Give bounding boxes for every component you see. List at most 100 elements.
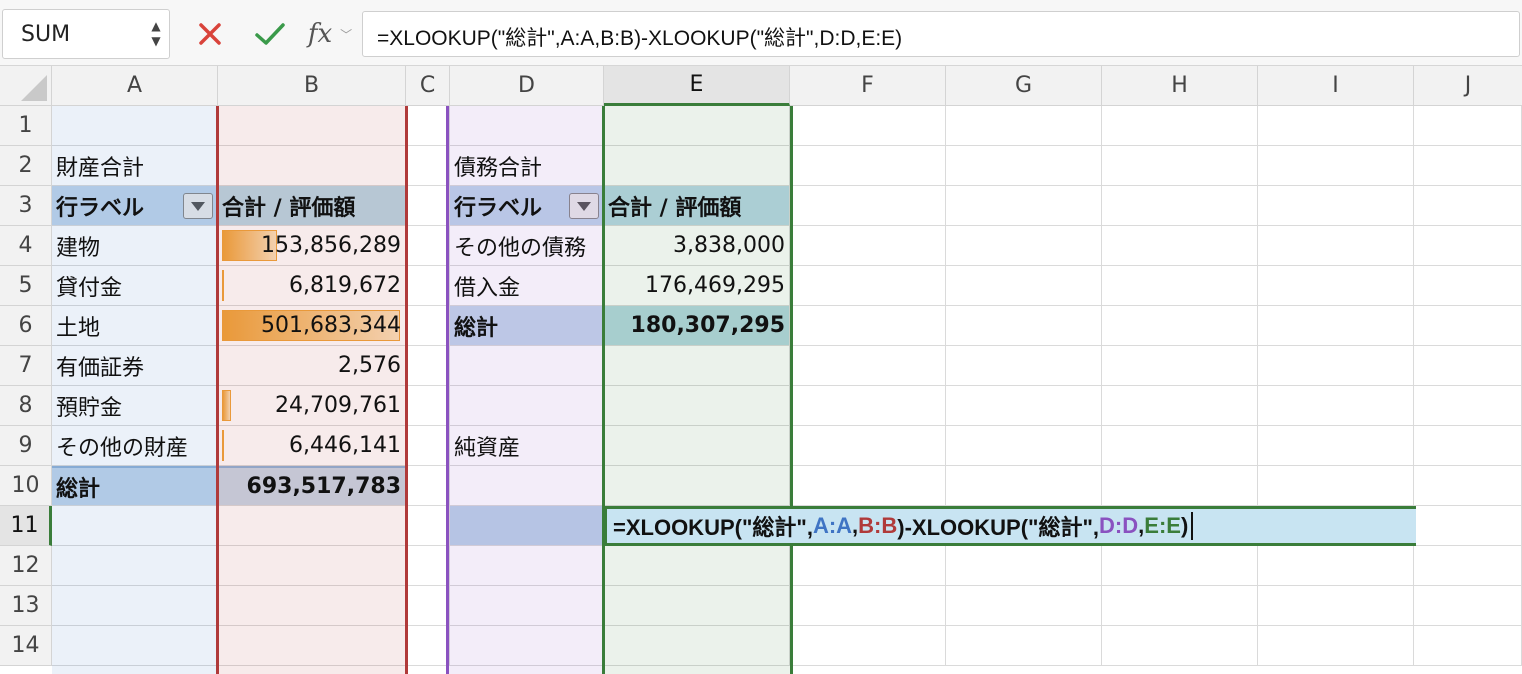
liabilities-title[interactable]: 債務合計 bbox=[450, 146, 604, 186]
assets-item-value[interactable]: 2,576 bbox=[218, 346, 406, 386]
cell-C13[interactable] bbox=[406, 586, 450, 626]
cell-G12[interactable] bbox=[946, 546, 1102, 586]
cell-E13[interactable] bbox=[604, 586, 790, 626]
cell-J5[interactable] bbox=[1414, 266, 1522, 306]
cell-J8[interactable] bbox=[1414, 386, 1522, 426]
cell-F13[interactable] bbox=[790, 586, 946, 626]
cell-H5[interactable] bbox=[1102, 266, 1258, 306]
assets-item-value[interactable]: 6,819,672 bbox=[218, 266, 406, 306]
cell-D13[interactable] bbox=[450, 586, 604, 626]
cell-J13[interactable] bbox=[1414, 586, 1522, 626]
assets-header-value-label[interactable]: 合計 / 評価額 bbox=[218, 186, 406, 226]
chevron-down-icon[interactable]: ▼ bbox=[151, 34, 160, 49]
cell-D12[interactable] bbox=[450, 546, 604, 586]
assets-item-value[interactable]: 153,856,289 bbox=[218, 226, 406, 266]
cell-D8[interactable] bbox=[450, 386, 604, 426]
assets-item-label[interactable]: その他の財産 bbox=[52, 426, 218, 466]
liabilities-header-row-label[interactable]: 行ラベル bbox=[450, 186, 604, 226]
cell-E8[interactable] bbox=[604, 386, 790, 426]
cell-I1[interactable] bbox=[1258, 106, 1414, 146]
cell-G8[interactable] bbox=[946, 386, 1102, 426]
cell-G3[interactable] bbox=[946, 186, 1102, 226]
cell-I5[interactable] bbox=[1258, 266, 1414, 306]
assets-item-label[interactable]: 土地 bbox=[52, 306, 218, 346]
cell-J3[interactable] bbox=[1414, 186, 1522, 226]
cell-editor-e11[interactable]: =XLOOKUP("総計", A:A, B:B)-XLOOKUP("総計", D:D,… bbox=[604, 506, 1416, 546]
cell-E12[interactable] bbox=[604, 546, 790, 586]
cell-B14[interactable] bbox=[218, 626, 406, 666]
cell-D1[interactable] bbox=[450, 106, 604, 146]
cell-D14[interactable] bbox=[450, 626, 604, 666]
cell-B13[interactable] bbox=[218, 586, 406, 626]
cell-F4[interactable] bbox=[790, 226, 946, 266]
cell-F8[interactable] bbox=[790, 386, 946, 426]
assets-item-value[interactable]: 501,683,344 bbox=[218, 306, 406, 346]
cell-C12[interactable] bbox=[406, 546, 450, 586]
cell-B1[interactable] bbox=[218, 106, 406, 146]
cell-B11[interactable] bbox=[218, 506, 406, 546]
cell-H10[interactable] bbox=[1102, 466, 1258, 506]
cell-H1[interactable] bbox=[1102, 106, 1258, 146]
chevron-up-icon[interactable]: ▲ bbox=[151, 19, 160, 34]
cell-I7[interactable] bbox=[1258, 346, 1414, 386]
cell-C14[interactable] bbox=[406, 626, 450, 666]
cell-B12[interactable] bbox=[218, 546, 406, 586]
cell-C1[interactable] bbox=[406, 106, 450, 146]
cell-G7[interactable] bbox=[946, 346, 1102, 386]
assets-total-value[interactable]: 693,517,783 bbox=[218, 466, 406, 506]
cell-H12[interactable] bbox=[1102, 546, 1258, 586]
cell-I12[interactable] bbox=[1258, 546, 1414, 586]
cell-F3[interactable] bbox=[790, 186, 946, 226]
assets-item-value[interactable]: 24,709,761 bbox=[218, 386, 406, 426]
cell-H13[interactable] bbox=[1102, 586, 1258, 626]
assets-header-row-label[interactable]: 行ラベル bbox=[52, 186, 218, 226]
cell-G4[interactable] bbox=[946, 226, 1102, 266]
cell-F9[interactable] bbox=[790, 426, 946, 466]
assets-title[interactable]: 財産合計 bbox=[52, 146, 218, 186]
cell-F12[interactable] bbox=[790, 546, 946, 586]
cell-H6[interactable] bbox=[1102, 306, 1258, 346]
cell-G6[interactable] bbox=[946, 306, 1102, 346]
cell-I9[interactable] bbox=[1258, 426, 1414, 466]
cell-H7[interactable] bbox=[1102, 346, 1258, 386]
cell-J14[interactable] bbox=[1414, 626, 1522, 666]
liabilities-header-value-label[interactable]: 合計 / 評価額 bbox=[604, 186, 790, 226]
assets-item-label[interactable]: 建物 bbox=[52, 226, 218, 266]
cell-F14[interactable] bbox=[790, 626, 946, 666]
cell-A11[interactable] bbox=[52, 506, 218, 546]
cell-I14[interactable] bbox=[1258, 626, 1414, 666]
formula-input[interactable]: =XLOOKUP("総計",A:A,B:B)-XLOOKUP("総計",D:D,… bbox=[362, 11, 1520, 57]
cell-D11-filled[interactable] bbox=[450, 506, 604, 546]
liabilities-item-value[interactable]: 3,838,000 bbox=[604, 226, 790, 266]
cell-D10[interactable] bbox=[450, 466, 604, 506]
assets-total-label[interactable]: 総計 bbox=[52, 466, 218, 506]
cell-J1[interactable] bbox=[1414, 106, 1522, 146]
cell-A12[interactable] bbox=[52, 546, 218, 586]
cell-C3[interactable] bbox=[406, 186, 450, 226]
chevron-down-icon[interactable]: ﹀ bbox=[340, 26, 352, 43]
cell-C6[interactable] bbox=[406, 306, 450, 346]
cell-E9[interactable] bbox=[604, 426, 790, 466]
cell-E7[interactable] bbox=[604, 346, 790, 386]
cell-H3[interactable] bbox=[1102, 186, 1258, 226]
cell-J6[interactable] bbox=[1414, 306, 1522, 346]
filter-dropdown-button[interactable] bbox=[183, 193, 213, 219]
cell-C2[interactable] bbox=[406, 146, 450, 186]
cell-H2[interactable] bbox=[1102, 146, 1258, 186]
cell-F6[interactable] bbox=[790, 306, 946, 346]
cell-G2[interactable] bbox=[946, 146, 1102, 186]
cell-B2[interactable] bbox=[218, 146, 406, 186]
cancel-button[interactable] bbox=[192, 12, 228, 56]
liabilities-item-label[interactable]: 借入金 bbox=[450, 266, 604, 306]
cell-G5[interactable] bbox=[946, 266, 1102, 306]
cell-J10[interactable] bbox=[1414, 466, 1522, 506]
cell-I6[interactable] bbox=[1258, 306, 1414, 346]
cell-F1[interactable] bbox=[790, 106, 946, 146]
liabilities-item-value[interactable]: 176,469,295 bbox=[604, 266, 790, 306]
cell-C9[interactable] bbox=[406, 426, 450, 466]
name-box-stepper[interactable]: ▲ ▼ bbox=[145, 10, 167, 58]
cell-C4[interactable] bbox=[406, 226, 450, 266]
cell-G14[interactable] bbox=[946, 626, 1102, 666]
cell-I2[interactable] bbox=[1258, 146, 1414, 186]
liabilities-total-value[interactable]: 180,307,295 bbox=[604, 306, 790, 346]
